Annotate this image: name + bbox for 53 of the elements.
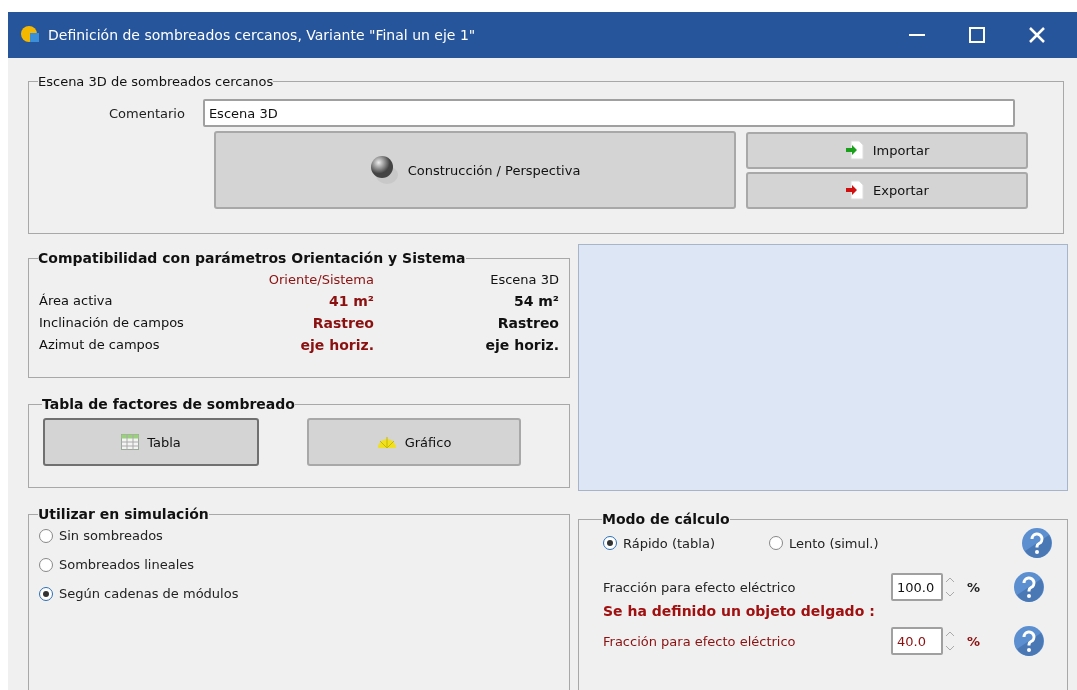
maximize-icon [968, 26, 986, 44]
value-cell-text: eje horiz. [484, 337, 559, 353]
row-label: Inclinación de campos [39, 315, 185, 331]
file-arrow-icon [844, 140, 865, 160]
group-title: Compatibilidad con parámetros Orientación y Sistema [38, 250, 466, 266]
column-header: Escena 3D [489, 272, 559, 287]
field-label: Comentario [109, 105, 185, 121]
table-button[interactable]: Tabla [43, 418, 259, 466]
chart-button[interactable]: Gráfico [307, 418, 521, 466]
minimize-icon [908, 34, 926, 36]
radio-option[interactable]: Sin sombreados [39, 528, 559, 543]
warning-text: Se ha definido un objeto delgado : [603, 603, 875, 619]
help-icon[interactable] [1021, 527, 1053, 559]
radio-icon[interactable] [603, 536, 617, 550]
radio-option[interactable]: Según cadenas de módulos [39, 586, 559, 601]
export-button[interactable]: Exportar [746, 171, 1028, 209]
radio-option[interactable]: Sombreados lineales [39, 557, 559, 572]
import-button[interactable]: Importar [746, 131, 1028, 169]
field-label: Fracción para efecto eléctrico [603, 579, 797, 595]
value-cell-text: Rastreo [496, 315, 559, 331]
column-header: Oriente/Sistema [267, 272, 374, 287]
group-title: Utilizar en simulación [38, 506, 209, 522]
radio-icon[interactable] [39, 557, 53, 572]
table-icon [121, 434, 140, 450]
group-title: Tabla de factores de sombreado [42, 396, 295, 412]
value-cell-text: 41 m² [327, 293, 374, 309]
sphere-icon [369, 155, 400, 185]
radio-icon[interactable] [39, 528, 53, 543]
radio-option[interactable]: Lento (simul.) [768, 535, 879, 551]
value-cell-text: Rastreo [311, 315, 374, 331]
comment-field[interactable]: Escena 3D [202, 99, 1015, 127]
value-cell-text: eje horiz. [299, 337, 374, 353]
number-field[interactable]: 100.0 [891, 573, 943, 601]
unit-label: % [967, 579, 982, 595]
file-arrow-icon [845, 180, 866, 200]
window-title: Definición de sombreados cercanos, Variante "Final un eje 1" [48, 27, 477, 43]
radio-icon[interactable] [39, 586, 53, 601]
unit-label: % [967, 633, 982, 649]
number-field[interactable]: 40.0 [891, 627, 943, 655]
row-label: Área activa [39, 293, 114, 309]
sun-icon [376, 435, 397, 449]
help-icon[interactable] [1013, 625, 1045, 657]
radio-option[interactable]: Rápido (tabla) [603, 535, 715, 551]
field-label: Fracción para efecto eléctrico [603, 633, 797, 649]
radio-icon[interactable] [768, 536, 783, 550]
group-title: Modo de cálculo [602, 511, 730, 527]
value-cell-text: 54 m² [512, 293, 559, 309]
help-icon[interactable] [1013, 571, 1045, 603]
row-label: Azimut de campos [39, 337, 161, 353]
app-icon [20, 25, 40, 45]
construction-button[interactable]: Construcción / Perspectiva [214, 131, 736, 209]
group-title: Escena 3D de sombreados cercanos [38, 74, 274, 89]
close-icon [1028, 26, 1046, 44]
